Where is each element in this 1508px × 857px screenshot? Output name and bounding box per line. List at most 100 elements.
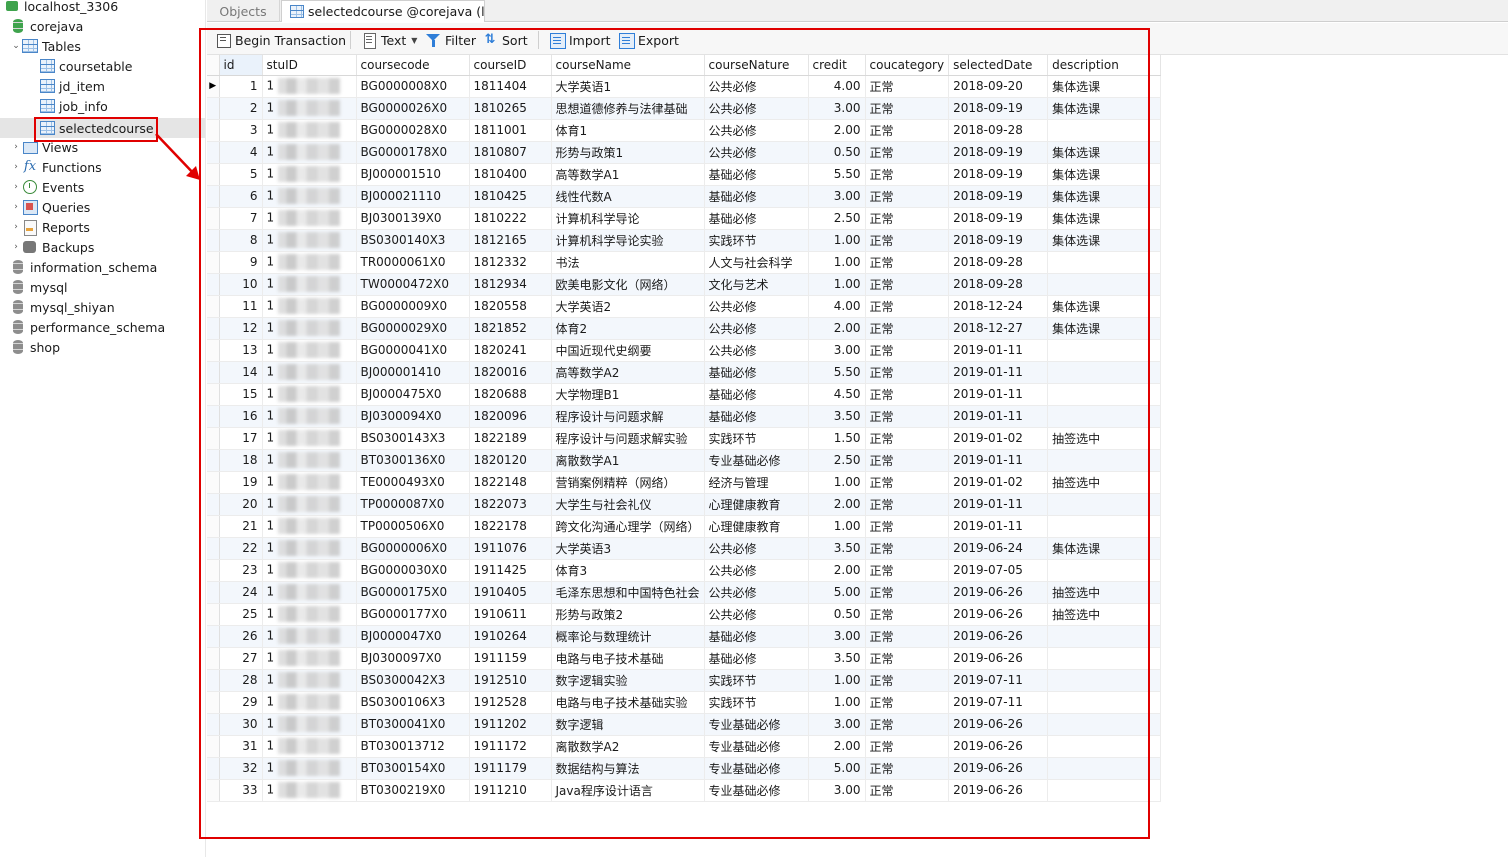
cell-coursenature[interactable]: 公共必修: [704, 317, 809, 340]
tree-item-functions[interactable]: › fx Functions: [0, 157, 205, 177]
chevron-right-icon[interactable]: ›: [10, 222, 22, 232]
cell-courseid[interactable]: 1822189: [469, 427, 552, 450]
row-marker[interactable]: [207, 163, 220, 186]
cell-stuid[interactable]: 1: [262, 97, 357, 120]
table-row[interactable]: 28 1 BS0300042X3 1912510 数字逻辑实验 实践环节 1.00 正常 201…: [207, 669, 1162, 692]
cell-coursecode[interactable]: BG0000175X0: [356, 581, 470, 604]
column-header-selecteddate[interactable]: selectedDate: [948, 55, 1049, 76]
cell-credit[interactable]: 1.00: [808, 471, 866, 494]
cell-selecteddate[interactable]: 2018-09-19: [948, 163, 1049, 186]
cell-selecteddate[interactable]: 2019-06-26: [948, 757, 1049, 780]
cell-credit[interactable]: 2.00: [808, 119, 866, 142]
cell-stuid[interactable]: 1: [262, 493, 357, 516]
cell-coursecode[interactable]: BS0300042X3: [356, 669, 470, 692]
table-row[interactable]: 10 1 TW0000472X0 1812934 欧美电影文化（网络） 文化与艺术 1.00…: [207, 273, 1162, 296]
cell-coursename[interactable]: 大学生与社会礼仪: [551, 493, 705, 516]
cell-coucategory[interactable]: 正常: [865, 405, 950, 428]
cell-description[interactable]: 抽签选中: [1047, 427, 1162, 450]
tree-item-database-performance-schema[interactable]: performance_schema: [0, 317, 205, 337]
row-marker[interactable]: [207, 119, 220, 142]
table-row[interactable]: 17 1 BS0300143X3 1822189 程序设计与问题求解实验 实践环节 1.50…: [207, 427, 1162, 450]
cell-id[interactable]: 20: [219, 493, 263, 516]
cell-coucategory[interactable]: 正常: [865, 163, 950, 186]
row-marker[interactable]: [207, 603, 220, 626]
cell-courseid[interactable]: 1911076: [469, 537, 552, 560]
cell-coursecode[interactable]: BG0000028X0: [356, 119, 470, 142]
cell-courseid[interactable]: 1822148: [469, 471, 552, 494]
cell-courseid[interactable]: 1912528: [469, 691, 552, 714]
cell-credit[interactable]: 1.00: [808, 691, 866, 714]
table-row[interactable]: 33 1 BT0300219X0 1911210 Java程序设计语言 专业基础必修 3.0…: [207, 779, 1162, 802]
column-header-coursenature[interactable]: courseNature: [704, 55, 809, 76]
cell-selecteddate[interactable]: 2019-01-11: [948, 383, 1049, 406]
column-header-coursename[interactable]: courseName: [551, 55, 705, 76]
cell-description[interactable]: [1047, 691, 1162, 714]
cell-selecteddate[interactable]: 2019-01-11: [948, 493, 1049, 516]
cell-coursename[interactable]: 跨文化沟通心理学（网络）: [551, 515, 705, 538]
cell-description[interactable]: [1047, 449, 1162, 472]
row-marker[interactable]: [207, 405, 220, 428]
cell-selecteddate[interactable]: 2018-09-19: [948, 229, 1049, 252]
cell-coursename[interactable]: 电路与电子技术基础: [551, 647, 705, 670]
table-row[interactable]: 8 1 BS0300140X3 1812165 计算机科学导论实验 实践环节 1.00 正常 2…: [207, 229, 1162, 252]
cell-credit[interactable]: 2.50: [808, 207, 866, 230]
cell-courseid[interactable]: 1912510: [469, 669, 552, 692]
cell-stuid[interactable]: 1: [262, 339, 357, 362]
cell-stuid[interactable]: 1: [262, 163, 357, 186]
cell-stuid[interactable]: 1: [262, 515, 357, 538]
cell-description[interactable]: [1047, 251, 1162, 274]
cell-coucategory[interactable]: 正常: [865, 471, 950, 494]
cell-id[interactable]: 30: [219, 713, 263, 736]
tree-item-table-job-info[interactable]: job_info: [0, 96, 205, 116]
cell-selecteddate[interactable]: 2019-06-26: [948, 603, 1049, 626]
column-header-description[interactable]: description: [1047, 55, 1162, 76]
tree-item-database-mysql-shiyan[interactable]: mysql_shiyan: [0, 297, 205, 317]
row-marker[interactable]: [207, 559, 220, 582]
cell-stuid[interactable]: 1: [262, 317, 357, 340]
cell-coursename[interactable]: 计算机科学导论: [551, 207, 705, 230]
table-row[interactable]: 7 1 BJ0300139X0 1810222 计算机科学导论 基础必修 2.50 正常 201…: [207, 207, 1162, 230]
cell-credit[interactable]: 3.00: [808, 713, 866, 736]
cell-stuid[interactable]: 1: [262, 207, 357, 230]
cell-id[interactable]: 22: [219, 537, 263, 560]
cell-stuid[interactable]: 1: [262, 449, 357, 472]
cell-courseid[interactable]: 1810425: [469, 185, 552, 208]
cell-stuid[interactable]: 1: [262, 75, 357, 98]
cell-stuid[interactable]: 1: [262, 537, 357, 560]
cell-coucategory[interactable]: 正常: [865, 295, 950, 318]
cell-id[interactable]: 33: [219, 779, 263, 802]
column-header-id[interactable]: id: [219, 55, 263, 76]
cell-coucategory[interactable]: 正常: [865, 317, 950, 340]
table-row[interactable]: 31 1 BT030013712 1911172 离散数学A2 专业基础必修 2.00 正常 2…: [207, 735, 1162, 758]
cell-courseid[interactable]: 1820241: [469, 339, 552, 362]
cell-id[interactable]: 25: [219, 603, 263, 626]
cell-coursenature[interactable]: 基础必修: [704, 625, 809, 648]
cell-description[interactable]: [1047, 383, 1162, 406]
cell-id[interactable]: 6: [219, 185, 263, 208]
cell-id[interactable]: 27: [219, 647, 263, 670]
cell-courseid[interactable]: 1820016: [469, 361, 552, 384]
text-button[interactable]: Text ▼: [361, 30, 417, 50]
cell-coursecode[interactable]: BT0300219X0: [356, 779, 470, 802]
cell-coursenature[interactable]: 专业基础必修: [704, 449, 809, 472]
cell-stuid[interactable]: 1: [262, 669, 357, 692]
cell-coucategory[interactable]: 正常: [865, 713, 950, 736]
cell-stuid[interactable]: 1: [262, 361, 357, 384]
cell-stuid[interactable]: 1: [262, 735, 357, 758]
table-row[interactable]: 12 1 BG0000029X0 1821852 体育2 公共必修 2.00 正常 2018-1…: [207, 317, 1162, 340]
row-marker[interactable]: [207, 449, 220, 472]
cell-coursename[interactable]: 电路与电子技术基础实验: [551, 691, 705, 714]
cell-id[interactable]: 15: [219, 383, 263, 406]
cell-coursename[interactable]: 思想道德修养与法律基础: [551, 97, 705, 120]
cell-description[interactable]: 集体选课: [1047, 141, 1162, 164]
cell-coursename[interactable]: 书法: [551, 251, 705, 274]
cell-coursecode[interactable]: BJ0300097X0: [356, 647, 470, 670]
cell-credit[interactable]: 5.50: [808, 163, 866, 186]
cell-credit[interactable]: 5.00: [808, 757, 866, 780]
cell-credit[interactable]: 1.00: [808, 669, 866, 692]
row-marker[interactable]: [207, 625, 220, 648]
cell-coursecode[interactable]: BJ0300094X0: [356, 405, 470, 428]
row-marker[interactable]: [207, 713, 220, 736]
table-row[interactable]: 11 1 BG0000009X0 1820558 大学英语2 公共必修 4.00 正常 2018…: [207, 295, 1162, 318]
column-header-credit[interactable]: credit: [808, 55, 866, 76]
